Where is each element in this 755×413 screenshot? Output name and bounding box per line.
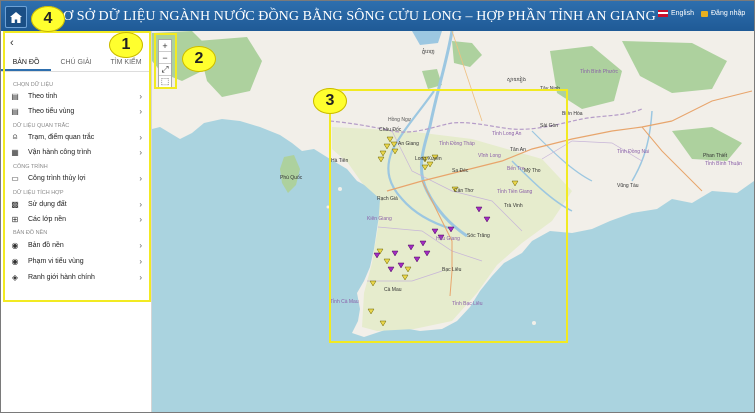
app-window: Ơ SỞ DỮ LIỆU NGÀNH NƯỚC ĐỒNG BẰNG SÔNG C… xyxy=(0,0,755,413)
highlight-box-map-area xyxy=(329,89,568,343)
page-title: Ơ SỞ DỮ LIỆU NGÀNH NƯỚC ĐỒNG BẰNG SÔNG C… xyxy=(63,9,656,24)
map-label: Phú Quốc xyxy=(280,175,303,181)
map-label: Vũng Tàu xyxy=(617,183,639,189)
highlight-box-controls xyxy=(154,33,177,89)
map-label: ស្វាយរៀង xyxy=(507,77,526,83)
language-button[interactable]: English xyxy=(658,10,694,17)
callout-4: 4 xyxy=(31,6,65,32)
map-label: Tỉnh Đồng Nai xyxy=(617,149,649,155)
lock-icon xyxy=(701,10,708,17)
login-button[interactable]: Đăng nhập xyxy=(701,10,745,17)
language-label: English xyxy=(671,10,694,17)
map-label: ភ្នំពេញ xyxy=(422,49,435,55)
app-header: Ơ SỞ DỮ LIỆU NGÀNH NƯỚC ĐỒNG BẰNG SÔNG C… xyxy=(1,1,754,31)
map-label: Tỉnh Bình Phước xyxy=(580,69,619,75)
map-label: Tỉnh Bình Thuận xyxy=(705,161,742,167)
home-icon xyxy=(10,11,22,23)
home-button[interactable] xyxy=(5,6,27,28)
map-label: Phan Thiết xyxy=(703,153,728,159)
flag-uk-icon xyxy=(658,10,668,17)
callout-3: 3 xyxy=(313,88,347,114)
highlight-box-sidebar xyxy=(3,31,151,302)
callout-1: 1 xyxy=(109,32,143,58)
callout-2: 2 xyxy=(182,46,216,72)
login-label: Đăng nhập xyxy=(711,10,746,17)
